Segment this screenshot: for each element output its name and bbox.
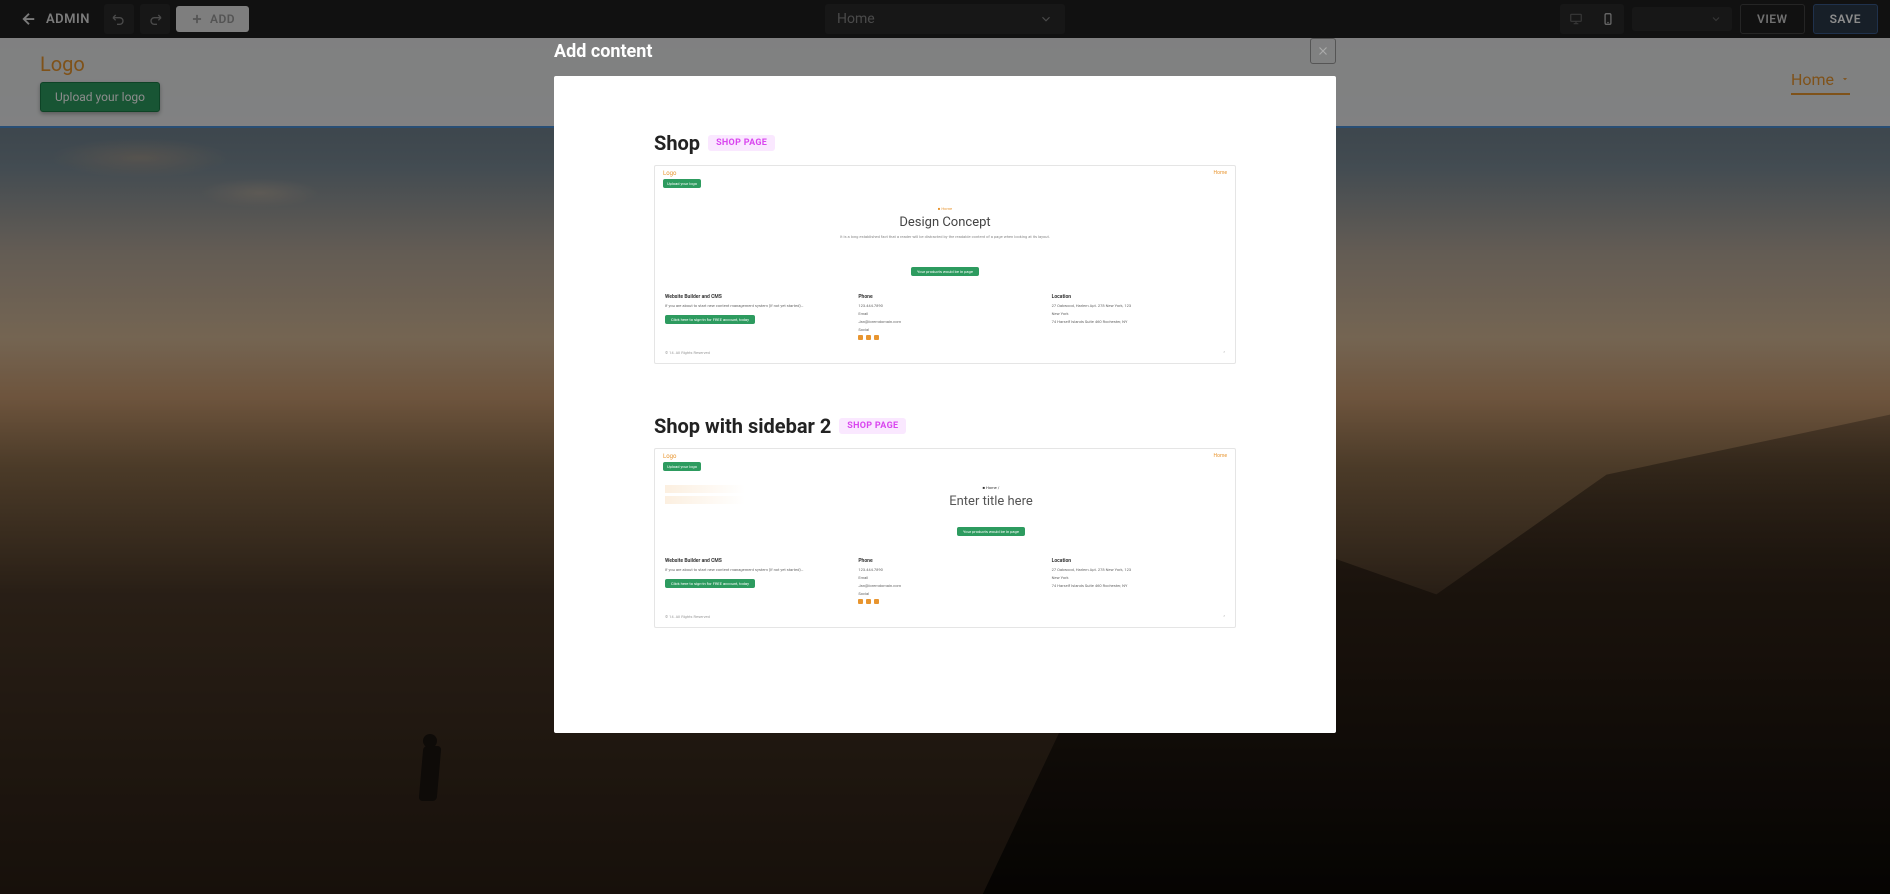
mini-footer-phone: 123.444.7890 xyxy=(858,303,1031,309)
modal-header: Add content xyxy=(554,28,1336,76)
modal-title: Add content xyxy=(554,41,652,62)
mini-footer-col1-text: If you are about to start new content ma… xyxy=(665,567,838,573)
mini-cta: Your products would be in page xyxy=(911,267,979,276)
mini-footer-col2-title: Phone xyxy=(858,294,1031,300)
mini-upload-btn: Upload your logo xyxy=(663,179,701,188)
mini-copyright: © 14. All Rights Reserved xyxy=(665,614,710,619)
mini-footer-col1-title: Website Builder and CMS xyxy=(665,294,838,300)
mini-main-title: Enter title here xyxy=(757,494,1225,509)
mini-footer-addr3: 74 Harself Islands Suite 460 Rochester, … xyxy=(1052,319,1225,325)
mini-copyright: © 14. All Rights Reserved xyxy=(665,350,710,355)
mini-footer-email-label: Email xyxy=(858,311,1031,317)
mini-footer-col2-title: Phone xyxy=(858,558,1031,564)
mini-cta: Your products would be in page xyxy=(957,527,1025,536)
mini-nav: Home xyxy=(1214,170,1227,176)
mini-logo: Logo xyxy=(663,453,701,460)
mini-footer-col1-cta: Click here to sign-in for FREE account, … xyxy=(665,315,755,324)
mini-main-tag: ■ Home / xyxy=(757,485,1225,490)
mini-footer-addr3: 74 Harself Islands Suite 460 Rochester, … xyxy=(1052,583,1225,589)
mini-scroll-top-icon: ^ xyxy=(1223,350,1225,355)
mini-footer-col3-title: Location xyxy=(1052,294,1225,300)
mini-footer-social-label: Social xyxy=(858,327,1031,333)
modal-body: Shop SHOP PAGE Logo Upload your logo Hom… xyxy=(554,76,1336,733)
mini-footer-email: Jan@loremdomain.com xyxy=(858,583,1031,589)
add-content-modal: Add content Shop SHOP PAGE Logo Upload y… xyxy=(554,28,1336,733)
mini-footer-col1-cta: Click here to sign-in for FREE account, … xyxy=(665,579,755,588)
mini-hero-title: Design Concept xyxy=(675,215,1215,230)
mini-footer-addr1: 27 Oakwood, Harlem Apt. 278 New York, 12… xyxy=(1052,567,1225,573)
close-icon xyxy=(1316,44,1330,58)
template-card-shop-sidebar-2[interactable]: Logo Upload your logo Home ■ Home / Ente… xyxy=(654,448,1236,628)
mini-logo: Logo xyxy=(663,170,701,177)
mini-upload-btn: Upload your logo xyxy=(663,462,701,471)
template-name: Shop xyxy=(654,131,700,155)
mini-footer-col1-title: Website Builder and CMS xyxy=(665,558,838,564)
mini-scroll-top-icon: ^ xyxy=(1223,614,1225,619)
mini-footer-social-label: Social xyxy=(858,591,1031,597)
template-name: Shop with sidebar 2 xyxy=(654,414,831,438)
template-section-shop-sidebar-2: Shop with sidebar 2 SHOP PAGE Logo Uploa… xyxy=(654,414,1236,628)
mini-social-icons xyxy=(858,599,1031,604)
mini-footer-col3-title: Location xyxy=(1052,558,1225,564)
mini-hero-sub: It is a long established fact that a rea… xyxy=(675,234,1215,239)
mini-nav: Home xyxy=(1214,453,1227,459)
template-badge: SHOP PAGE xyxy=(839,418,906,434)
modal-close-button[interactable] xyxy=(1310,38,1336,64)
mini-footer-addr2: New York xyxy=(1052,311,1225,317)
mini-footer-phone: 123.444.7890 xyxy=(858,567,1031,573)
mini-footer-email: Jan@loremdomain.com xyxy=(858,319,1031,325)
mini-footer-addr2: New York xyxy=(1052,575,1225,581)
template-section-shop: Shop SHOP PAGE Logo Upload your logo Hom… xyxy=(654,131,1236,364)
mini-hero-tag: ■ Home xyxy=(675,206,1215,211)
mini-footer-addr1: 27 Oakwood, Harlem Apt. 278 New York, 12… xyxy=(1052,303,1225,309)
mini-social-icons xyxy=(858,335,1031,340)
template-card-shop[interactable]: Logo Upload your logo Home ■ Home Design… xyxy=(654,165,1236,364)
template-badge: SHOP PAGE xyxy=(708,135,775,151)
mini-footer-email-label: Email xyxy=(858,575,1031,581)
mini-footer-col1-text: If you are about to start new content ma… xyxy=(665,303,838,309)
mini-sidebar xyxy=(665,485,745,536)
